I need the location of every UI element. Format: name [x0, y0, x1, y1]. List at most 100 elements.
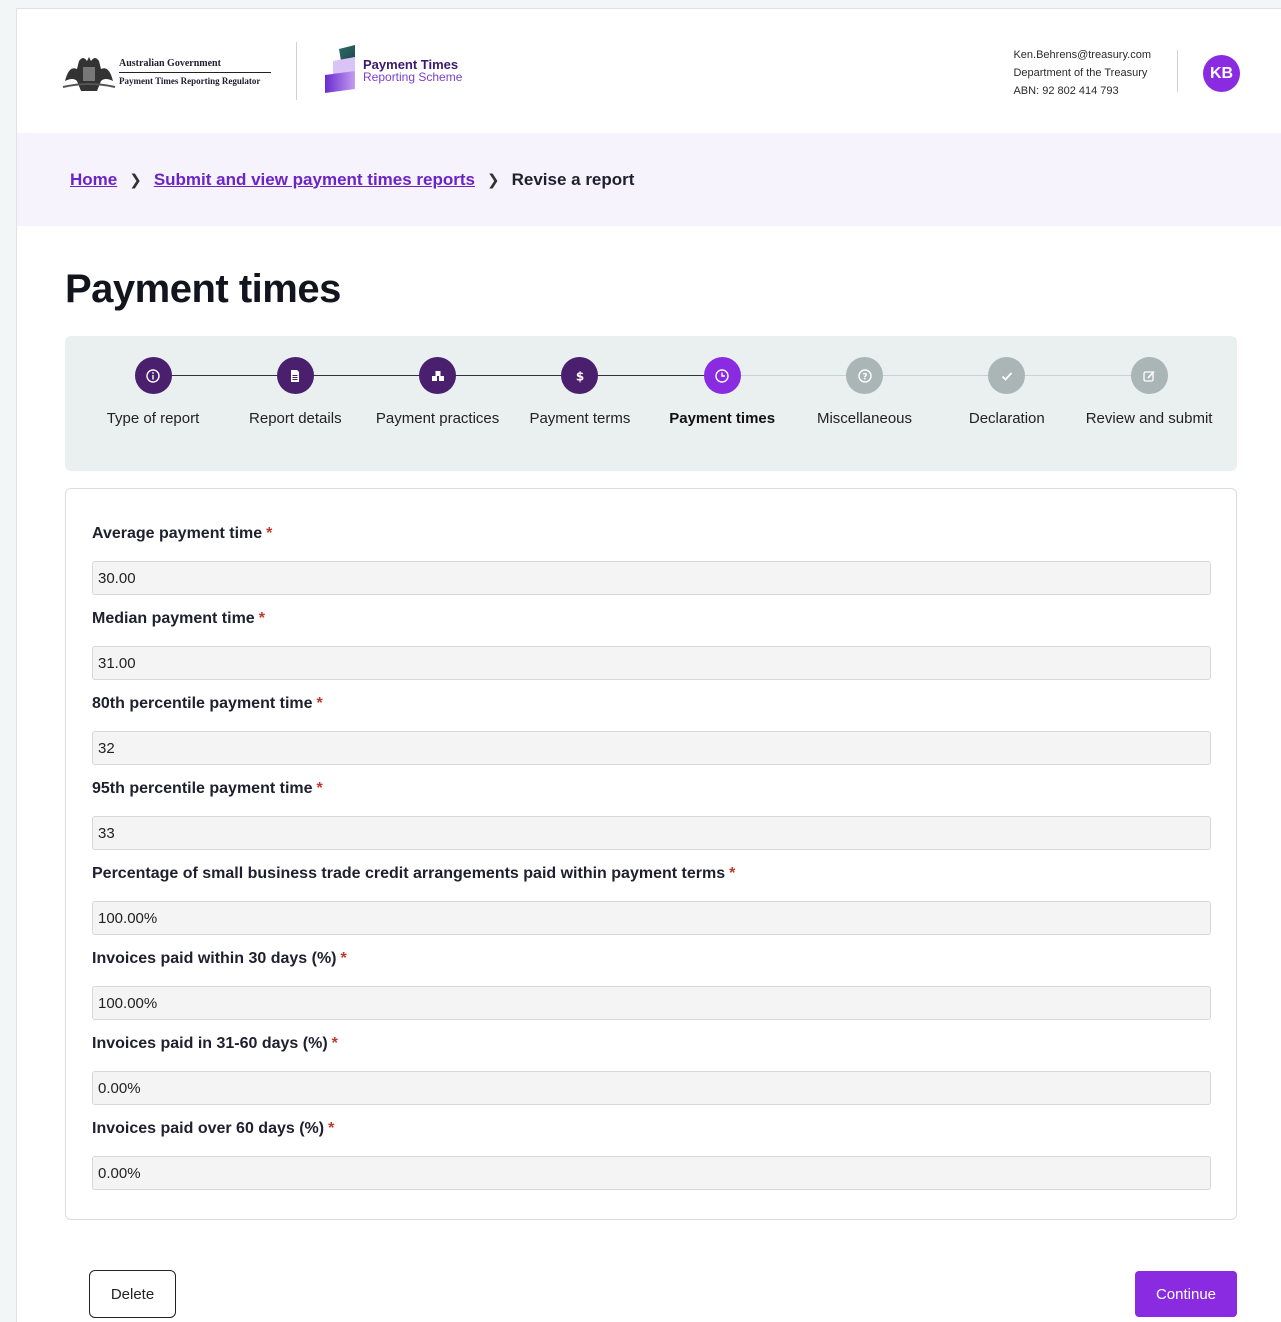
user-info: Ken.Behrens@treasury.com Department of t… [1013, 46, 1151, 100]
field-label: Invoices paid in 31-60 days (%) * [92, 1035, 1212, 1057]
breadcrumb-current: Revise a report [511, 169, 635, 189]
question-icon: ? [857, 368, 872, 383]
field-label: Percentage of small business trade credi… [92, 865, 1212, 887]
chevron-right-icon: ❯ [487, 171, 500, 189]
field-input[interactable] [92, 646, 1211, 680]
required-asterisk: * [266, 525, 273, 542]
user-email: Ken.Behrens@treasury.com [1013, 49, 1151, 61]
svg-text:$: $ [576, 369, 584, 383]
form-field: Percentage of small business trade credi… [92, 865, 1212, 935]
scheme-mark-icon [325, 45, 355, 93]
field-label: Average payment time * [92, 525, 1212, 547]
field-input[interactable] [92, 561, 1211, 595]
required-asterisk: * [340, 950, 347, 967]
field-label-text: Invoices paid in 31-60 days (%) [92, 1035, 328, 1052]
step-type-of-report[interactable]: Type of report [82, 357, 224, 432]
field-label-text: Median payment time [92, 610, 255, 627]
form-field: Median payment time * [92, 610, 1212, 680]
info-icon [146, 368, 160, 383]
form-field: 80th percentile payment time * [92, 695, 1212, 765]
step-miscellaneous[interactable]: ? Miscellaneous [794, 357, 936, 432]
step-indicator: ? [846, 357, 883, 394]
field-label: 95th percentile payment time * [92, 780, 1212, 802]
field-input[interactable] [92, 816, 1211, 850]
chevron-right-icon: ❯ [129, 171, 142, 189]
breadcrumb-home-link[interactable]: Home [70, 170, 117, 190]
field-label-text: Percentage of small business trade credi… [92, 865, 726, 882]
site-header: Australian Government Payment Times Repo… [17, 9, 1281, 133]
required-asterisk: * [328, 1120, 335, 1137]
step-label: Payment terms [529, 410, 631, 427]
form-field: 95th percentile payment time * [92, 780, 1212, 850]
form-field: Invoices paid in 31-60 days (%) * [92, 1035, 1212, 1105]
field-input[interactable] [92, 986, 1211, 1020]
step-label: Report details [249, 410, 342, 427]
document-icon [291, 369, 300, 382]
svg-text:?: ? [862, 372, 867, 382]
app-frame: Australian Government Payment Times Repo… [16, 8, 1281, 1322]
field-input[interactable] [92, 1071, 1211, 1105]
step-indicator [988, 357, 1026, 394]
avatar[interactable]: KB [1203, 55, 1240, 92]
field-input[interactable] [92, 901, 1211, 935]
scheme-logo[interactable]: Payment Times Reporting Scheme [321, 45, 462, 97]
user-abn: ABN: 92 802 414 793 [1013, 85, 1119, 97]
page-title: Payment times [65, 267, 341, 311]
step-review-and-submit[interactable]: Review and submit [1078, 357, 1220, 432]
edit-icon [1143, 370, 1155, 382]
field-label-text: Invoices paid within 30 days (%) [92, 950, 337, 967]
regulator-name: Payment Times Reporting Regulator [119, 76, 261, 86]
step-label: Declaration [968, 410, 1045, 427]
step-label: Payment practices [375, 410, 500, 427]
step-indicator [419, 357, 457, 394]
step-indicator [1130, 357, 1168, 394]
header-divider [296, 42, 297, 100]
user-organisation: Department of the Treasury [1013, 67, 1148, 79]
form-field: Invoices paid over 60 days (%) * [92, 1120, 1212, 1190]
user-divider [1177, 50, 1178, 92]
step-payment-practices[interactable]: Payment practices [367, 357, 509, 432]
required-asterisk: * [331, 1035, 338, 1052]
breadcrumb: Home ❯ Submit and view payment times rep… [17, 133, 1281, 226]
required-asterisk: * [729, 865, 736, 882]
check-icon [1001, 371, 1012, 381]
required-asterisk: * [258, 610, 265, 627]
payment-times-form: Average payment time*Median payment time… [65, 488, 1237, 1220]
progress-stepper: Type of report Report details Payment prac… [65, 336, 1237, 471]
field-label-text: 80th percentile payment time [92, 695, 313, 712]
boxes-icon [431, 370, 444, 381]
step-indicator [134, 357, 172, 394]
field-label: Invoices paid over 60 days (%) * [92, 1120, 1212, 1142]
field-label-text: Average payment time [92, 525, 263, 542]
step-indicator: $ [561, 357, 599, 394]
field-label: Median payment time * [92, 610, 1212, 632]
field-label: Invoices paid within 30 days (%) * [92, 950, 1212, 972]
step-report-details[interactable]: Report details [224, 357, 366, 432]
step-label: Miscellaneous [816, 410, 913, 427]
step-label: Review and submit [1085, 410, 1213, 427]
required-asterisk: * [316, 780, 323, 797]
continue-button[interactable]: Continue [1135, 1271, 1237, 1317]
required-asterisk: * [316, 695, 323, 712]
form-field: Average payment time * [92, 525, 1212, 595]
step-payment-times[interactable]: Payment times [651, 357, 793, 432]
field-input[interactable] [92, 731, 1211, 765]
step-payment-terms[interactable]: $ Payment terms [509, 357, 651, 432]
gov-name: Australian Government [119, 58, 271, 73]
form-field: Invoices paid within 30 days (%) * [92, 950, 1212, 1020]
delete-button[interactable]: Delete [89, 1270, 176, 1318]
scheme-subtitle: Reporting Scheme [363, 70, 463, 84]
step-declaration[interactable]: Declaration [936, 357, 1078, 432]
clock-icon [715, 368, 729, 383]
dollar-icon: $ [576, 369, 584, 383]
field-label: 80th percentile payment time * [92, 695, 1212, 717]
step-label: Payment times [669, 410, 776, 427]
step-indicator [276, 357, 314, 394]
step-label: Type of report [106, 410, 200, 427]
breadcrumb-submit-link[interactable]: Submit and view payment times reports [154, 170, 475, 190]
step-indicator [703, 357, 741, 394]
field-input[interactable] [92, 1156, 1211, 1190]
gov-logo[interactable]: Australian Government Payment Times Repo… [61, 51, 271, 93]
field-label-text: 95th percentile payment time [92, 780, 313, 797]
field-label-text: Invoices paid over 60 days (%) [92, 1120, 325, 1137]
